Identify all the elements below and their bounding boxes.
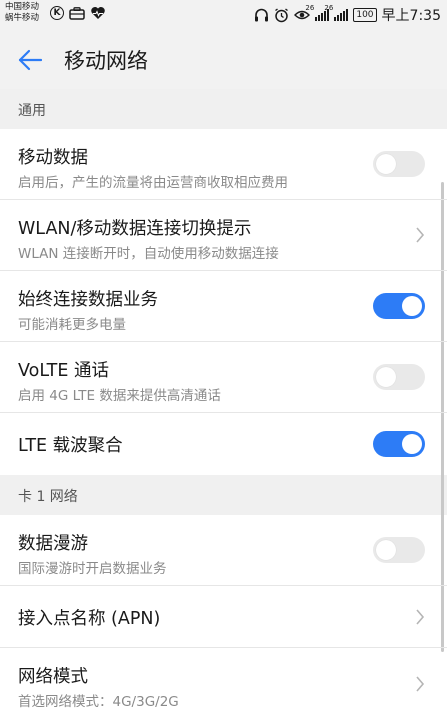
back-arrow-icon [18,49,42,71]
status-bar: 中国移动 蜗牛移动 K 26 26 100 早上7:35 [0,0,447,31]
lte-carrier-aggregation-toggle[interactable] [373,431,425,457]
wlan-switch-prompt-row[interactable]: WLAN/移动数据连接切换提示 WLAN 连接断开时，自动使用移动数据连接 [0,200,447,271]
chevron-right-icon [416,608,425,625]
card1-settings-group: 数据漫游 国际漫游时开启数据业务 接入点名称 (APN) 网络模式 首选网络模式… [0,515,447,712]
notification-icons: K [50,6,106,20]
app-bar: 移动网络 [0,31,447,89]
section-header-general: 通用 [0,89,447,129]
row-title: 接入点名称 (APN) [18,609,161,629]
toggle-knob [402,434,422,454]
row-subtitle: 启用 4G LTE 数据来提供高清通话 [18,388,221,404]
carrier-info: 中国移动 蜗牛移动 [5,2,39,24]
data-roaming-toggle[interactable] [373,537,425,563]
row-title: 移动数据 [18,148,88,168]
carrier-name-2: 蜗牛移动 [5,13,40,23]
row-title: LTE 载波聚合 [18,436,123,456]
clock: 早上7:35 [381,8,441,24]
network-mode-row[interactable]: 网络模式 首选网络模式：4G/3G/2G [0,648,447,712]
always-on-data-toggle[interactable] [373,293,425,319]
row-subtitle: 启用后，产生的流量将由运营商收取相应费用 [18,175,288,191]
network-type-label-2: 26 [324,4,334,12]
chevron-right-icon [416,675,425,692]
back-button[interactable] [10,40,50,80]
apn-row[interactable]: 接入点名称 (APN) [0,586,447,648]
signal-strength-icon-2: 26 [324,4,349,21]
volte-row[interactable]: VoLTE 通话 启用 4G LTE 数据来提供高清通话 [0,342,447,413]
briefcase-icon [69,6,85,20]
toggle-knob [376,154,396,174]
volte-toggle[interactable] [373,364,425,390]
mobile-data-row[interactable]: 移动数据 启用后，产生的流量将由运营商收取相应费用 [0,129,447,200]
always-on-data-row[interactable]: 始终连接数据业务 可能消耗更多电量 [0,271,447,342]
row-title: VoLTE 通话 [18,361,109,381]
row-subtitle: 可能消耗更多电量 [18,317,126,333]
toggle-knob [402,296,422,316]
page-title: 移动网络 [64,49,148,73]
row-title: 网络模式 [18,667,88,687]
row-title: 始终连接数据业务 [18,290,158,310]
network-type-label-1: 26 [305,4,315,12]
lte-carrier-aggregation-row[interactable]: LTE 载波聚合 [0,413,447,475]
row-subtitle: 首选网络模式：4G/3G/2G [18,694,179,710]
toggle-knob [376,367,396,387]
settings-list[interactable]: 通用 移动数据 启用后，产生的流量将由运营商收取相应费用 WLAN/移动数据连接… [0,89,447,712]
section-header-card1: 卡 1 网络 [0,475,447,515]
alarm-icon [275,7,289,22]
health-heart-icon [91,7,105,19]
row-subtitle: 国际漫游时开启数据业务 [18,561,167,577]
row-subtitle: WLAN 连接断开时，自动使用移动数据连接 [18,246,279,262]
toggle-knob [376,540,396,560]
row-title: 数据漫游 [18,534,88,554]
k-app-icon: K [50,6,64,20]
headphones-icon [255,8,269,22]
status-icons: 26 26 100 早上7:35 [254,4,441,25]
carrier-name-1: 中国移动 [5,2,40,12]
data-roaming-row[interactable]: 数据漫游 国际漫游时开启数据业务 [0,515,447,586]
chevron-right-icon [416,227,425,243]
mobile-data-toggle[interactable] [373,151,425,177]
row-title: WLAN/移动数据连接切换提示 [18,219,252,239]
general-settings-group: 移动数据 启用后，产生的流量将由运营商收取相应费用 WLAN/移动数据连接切换提… [0,129,447,475]
battery-indicator: 100 [353,8,377,22]
